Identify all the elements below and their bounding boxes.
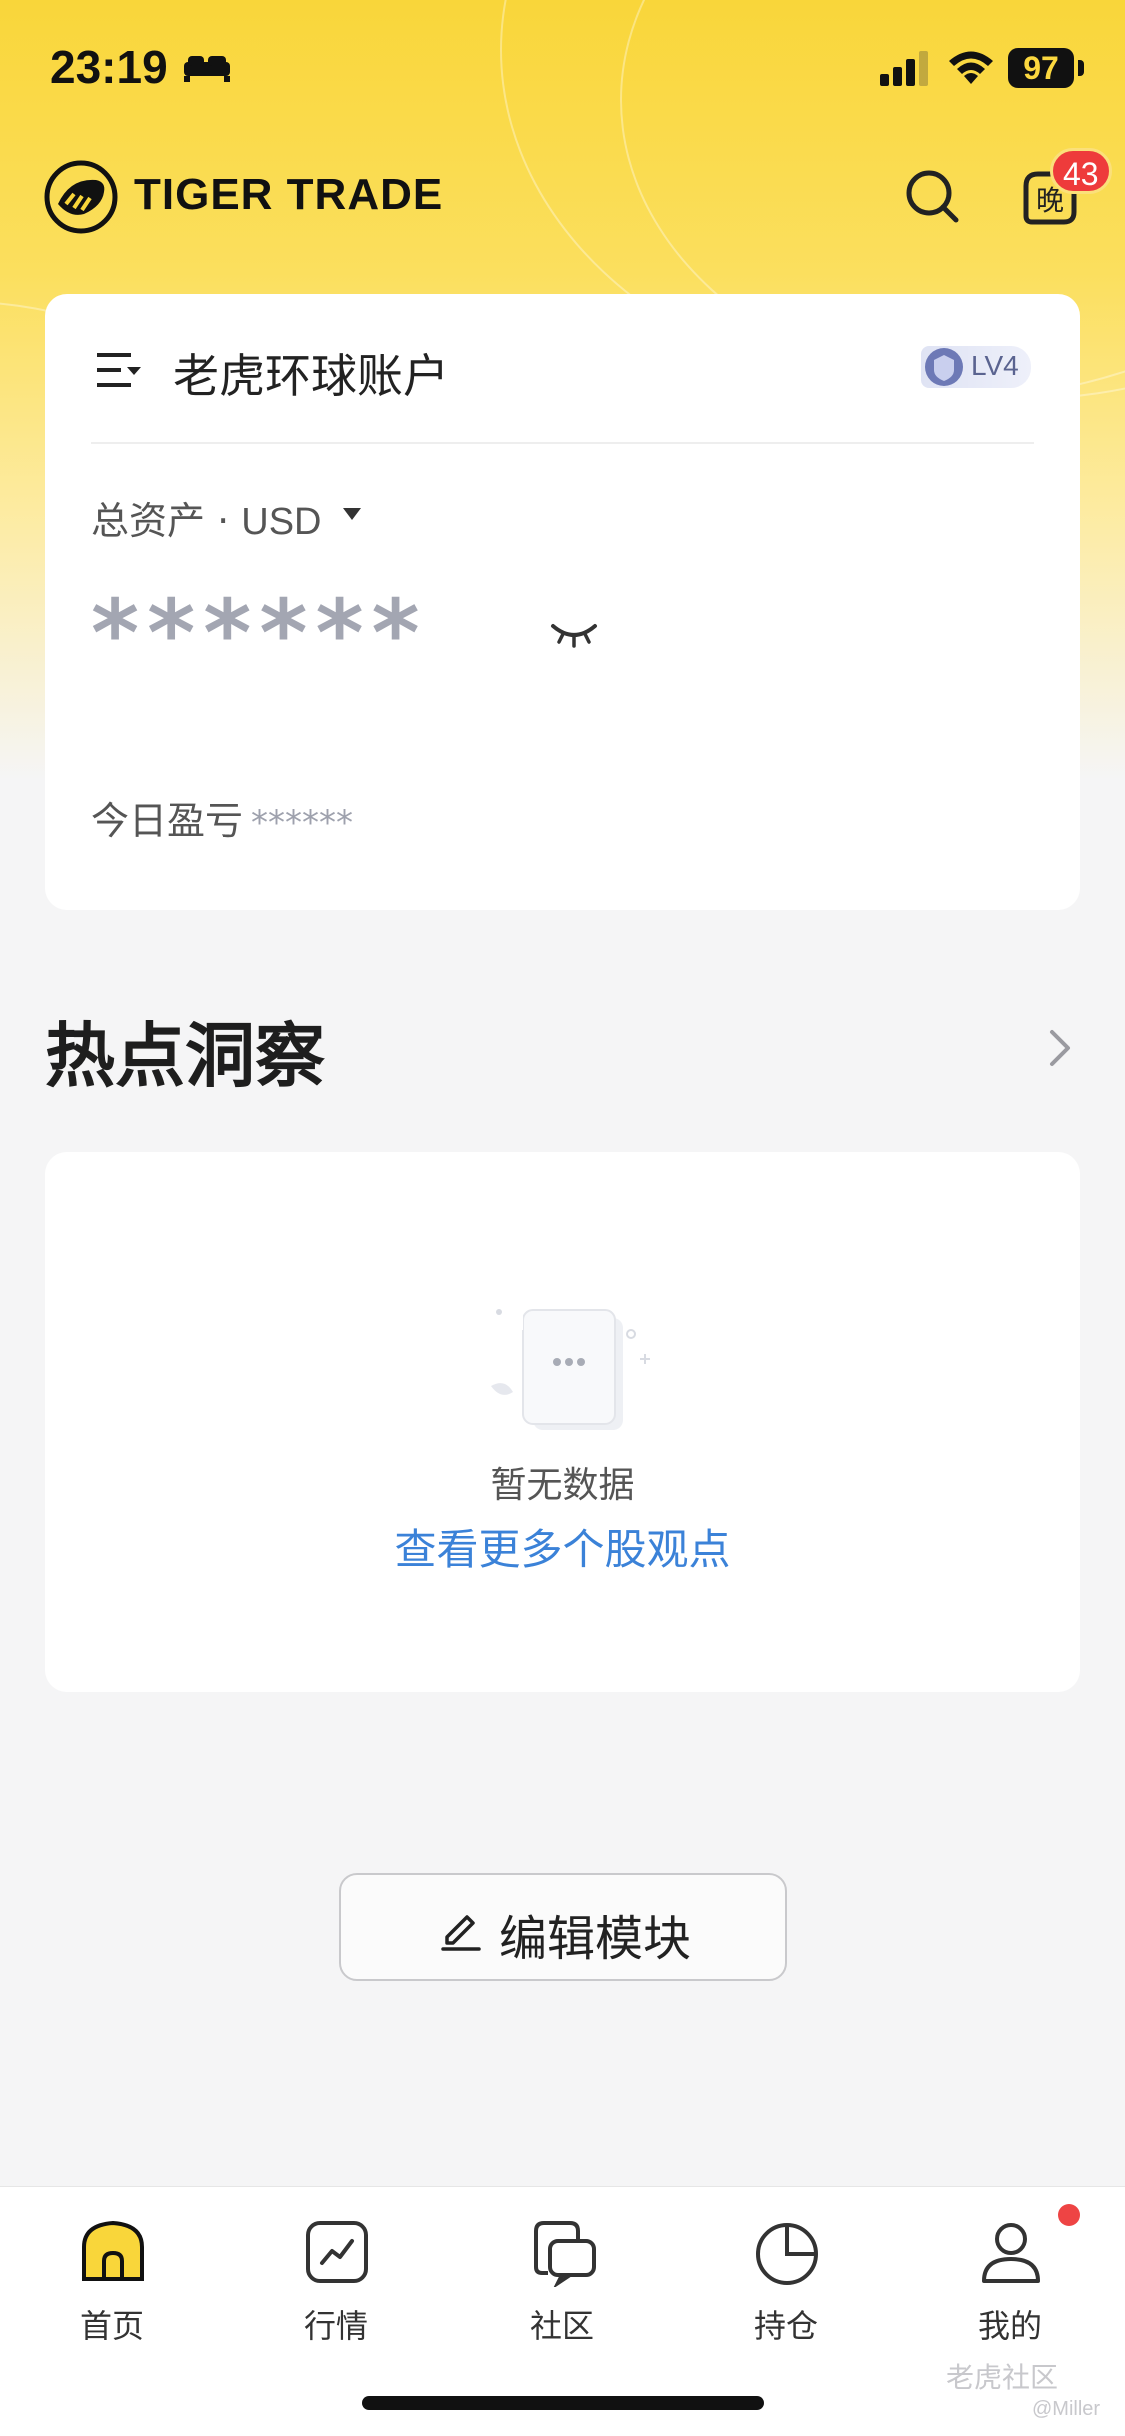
today-pnl-label: 今日盈亏 [91,799,244,843]
edit-modules-label: 编辑模块 [499,1911,692,1967]
edit-modules-button[interactable]: 编辑模块 [339,1873,787,1981]
level-badge[interactable]: LV4 [921,346,1031,388]
total-assets-label[interactable]: 总资产 · USD [91,490,321,545]
profile-icon [982,2223,1040,2283]
watermark-user: @Miller [1032,2398,1101,2420]
sleep-bed-icon [184,56,230,82]
tab-holdings-label: 持仓 [753,2307,818,2345]
tab-community[interactable]: 社区 [492,2209,632,2349]
tab-market-label: 行情 [303,2307,368,2345]
masked-total-assets: ****** [91,580,428,687]
tab-profile-label: 我的 [977,2307,1042,2345]
status-bar: 23:19 97 [0,0,1125,140]
search-icon[interactable] [902,166,962,226]
cellular-signal-icon [880,51,928,86]
community-icon [534,2221,596,2287]
holdings-pie-icon [756,2223,818,2285]
level-text: LV4 [971,350,1019,381]
brand-name: TIGER TRADE [134,170,444,219]
tab-community-label: 社区 [529,2307,594,2345]
home-icon [82,2220,144,2281]
tab-profile[interactable]: 我的 [940,2209,1080,2349]
level-shield-icon [925,348,963,386]
view-more-link[interactable]: 查看更多个股观点 [45,1516,1080,1577]
empty-state-text: 暂无数据 [490,1465,635,1506]
profile-notification-dot [1058,2204,1080,2226]
tab-holdings[interactable]: 持仓 [716,2209,856,2349]
tab-home-label: 首页 [79,2307,144,2345]
today-pnl-masked: ****** [251,803,354,843]
currency-dropdown-icon[interactable] [343,508,361,520]
home-indicator[interactable] [362,2396,764,2410]
tab-home[interactable]: 首页 [42,2209,182,2349]
hidden-eye-icon[interactable] [549,618,599,648]
chevron-right-icon[interactable] [1040,1026,1080,1070]
total-assets-text: 总资产 · [91,499,242,543]
currency-label: USD [241,501,322,543]
status-time: 23:19 [50,41,168,93]
empty-document-icon [491,1309,650,1430]
tab-market[interactable]: 行情 [266,2209,406,2349]
watermark: 老虎社区 [946,2361,1059,2394]
edit-pencil-icon [441,1915,481,1951]
tiger-logo-icon [44,160,118,234]
account-card[interactable]: 老虎环球账户 LV4 总资产 · USD ****** 今日盈亏 ****** [45,294,1080,910]
section-title-insights: 热点洞察 [45,1015,325,1097]
divider [91,442,1034,444]
battery-cap [1078,60,1084,76]
account-name: 老虎环球账户 [173,349,449,403]
notification-badge: 43 [1050,148,1112,194]
market-chart-icon [306,2221,368,2283]
battery-level: 97 [1008,48,1074,88]
today-pnl: 今日盈亏 ****** [91,790,353,845]
insight-card: 暂无数据 查看更多个股观点 [45,1152,1080,1692]
account-menu-icon[interactable] [95,350,143,390]
wifi-icon [949,51,993,84]
